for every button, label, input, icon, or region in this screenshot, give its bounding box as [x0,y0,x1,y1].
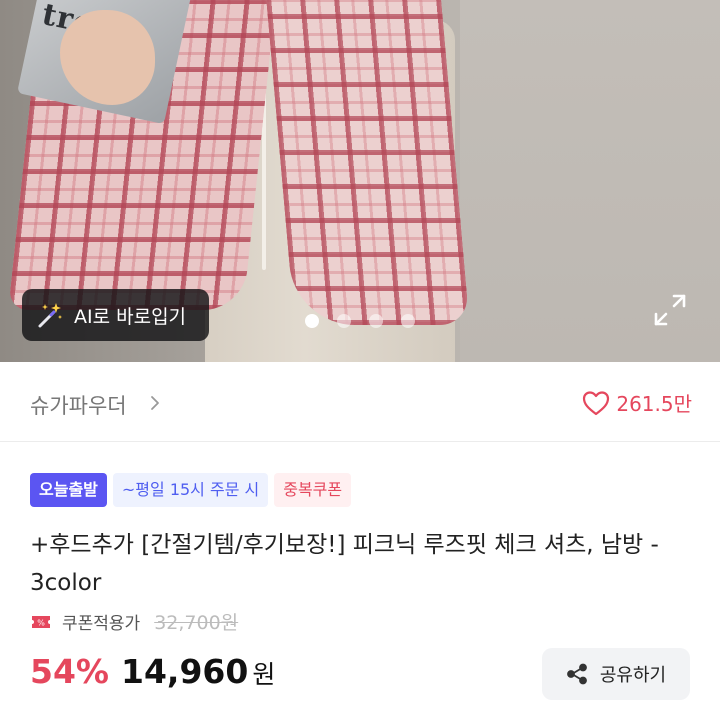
product-title: +후드추가 [간절기템/후기보장!] 피크닉 루즈핏 체크 셔츠, 남방 - 3… [30,532,659,596]
price-row: 54% 14,960 원 [30,652,275,691]
badge-list: 오늘출발 ~평일 15시 주문 시 중복쿠폰 [30,473,352,507]
share-icon [566,663,587,685]
expand-icon[interactable] [652,292,688,328]
heart-icon [583,390,610,415]
original-price: 32,700원 [154,612,239,634]
carousel-dot[interactable] [401,314,415,328]
coupon-ticket-icon: % [32,615,50,628]
ai-tryon-label: AI로 바로입기 [74,305,187,328]
like-count: 261.5만 [616,392,692,416]
share-button[interactable]: 공유하기 [542,648,690,700]
svg-text:%: % [37,618,45,627]
carousel-dot[interactable] [369,314,383,328]
magic-wand-icon [38,303,62,328]
sale-price: 14,960 [121,652,249,691]
coupon-price-label: 쿠폰적용가 [62,614,141,634]
brand-name-link[interactable]: 슈가파우더 [30,390,127,420]
badge-order-deadline: ~평일 15시 주문 시 [112,473,269,507]
share-label: 공유하기 [599,665,667,686]
coupon-price-row: % 쿠폰적용가 32,700원 [30,608,238,635]
discount-rate: 54% [30,652,109,691]
like-button[interactable]: 261.5만 [582,388,692,417]
carousel-dot[interactable] [337,314,351,328]
ai-tryon-button[interactable]: AI로 바로입기 [22,289,209,341]
badge-duplicate-coupon: 중복쿠폰 [274,473,352,507]
carousel-indicator [305,314,415,328]
badge-today-shipping: 오늘출발 [30,473,107,507]
product-image[interactable]: tro AI로 바로입기 [0,0,720,362]
carousel-dot-active[interactable] [305,314,319,328]
price-unit: 원 [252,660,276,689]
chevron-right-icon[interactable] [148,392,162,414]
photo-shirt-right [265,0,470,325]
